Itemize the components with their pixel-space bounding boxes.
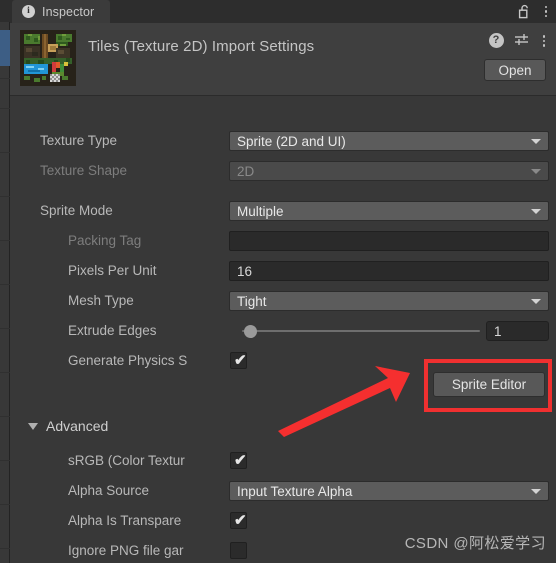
adjacent-panel-divider (0, 548, 10, 549)
label-alpha-is-transparency: Alpha Is Transpare (68, 513, 182, 528)
extrude-edges-value: 1 (494, 323, 502, 339)
sprite-mode-value: Multiple (237, 203, 284, 219)
row-alpha-source: Alpha Source Input Texture Alpha (10, 479, 556, 505)
srgb-color-texture-checkbox[interactable]: ✔ (230, 452, 247, 469)
alpha-source-value: Input Texture Alpha (237, 483, 353, 499)
row-texture-type: Texture Type Sprite (2D and UI) (10, 129, 556, 155)
label-pixels-per-unit: Pixels Per Unit (68, 263, 157, 278)
sprite-mode-dropdown[interactable]: Multiple (229, 201, 549, 221)
info-icon: i (22, 5, 35, 18)
adjacent-panel-divider (0, 504, 10, 505)
texture-preview-thumbnail (20, 30, 76, 86)
check-icon: ✔ (234, 352, 247, 369)
extrude-edges-slider[interactable] (234, 321, 482, 341)
adjacent-panel-divider (0, 108, 10, 109)
adjacent-panel-divider (0, 284, 10, 285)
packing-tag-input[interactable] (229, 231, 549, 251)
adjacent-panel-divider (0, 196, 10, 197)
chevron-down-icon (531, 209, 541, 214)
advanced-foldout[interactable]: Advanced (28, 418, 108, 434)
import-settings-properties: Texture Type Sprite (2D and UI) Texture … (10, 97, 556, 563)
label-texture-shape: Texture Shape (40, 163, 128, 178)
chevron-down-icon (531, 169, 541, 174)
adjacent-panel-selected-row[interactable] (0, 30, 10, 66)
tab-inspector-label: Inspector (42, 4, 95, 19)
label-srgb-color-texture: sRGB (Color Textur (68, 453, 185, 468)
kebab-menu-icon[interactable] (540, 33, 549, 49)
adjacent-panel-divider (0, 372, 10, 373)
label-alpha-source: Alpha Source (68, 483, 150, 498)
adjacent-panel-divider (0, 460, 10, 461)
label-ignore-png-gamma: Ignore PNG file gar (68, 543, 184, 558)
tab-inspector[interactable]: i Inspector (12, 0, 111, 23)
unlocked-padlock-icon[interactable] (518, 4, 531, 19)
slider-handle[interactable] (244, 325, 257, 338)
unity-inspector-window: i Inspector Tiles (Texture 2D) Import Se… (0, 0, 556, 563)
preset-sliders-icon[interactable] (514, 33, 530, 48)
help-icon[interactable]: ? (488, 33, 504, 49)
kebab-menu-icon[interactable] (542, 4, 551, 20)
label-texture-type: Texture Type (40, 133, 118, 148)
adjacent-panel-divider (0, 416, 10, 417)
row-mesh-type: Mesh Type Tight (10, 289, 556, 315)
watermark: CSDN @阿松爱学习 (404, 535, 546, 552)
check-icon: ✔ (234, 452, 247, 469)
extrude-edges-value-input[interactable]: 1 (486, 321, 549, 341)
adjacent-panel-divider (0, 240, 10, 241)
row-advanced-foldout: Advanced (10, 415, 556, 441)
tabbar-actions (518, 0, 551, 23)
alpha-source-dropdown[interactable]: Input Texture Alpha (229, 481, 549, 501)
row-srgb-color-texture: sRGB (Color Textur ✔ (10, 449, 556, 475)
object-title: Tiles (Texture 2D) Import Settings (88, 38, 315, 55)
ignore-png-gamma-checkbox[interactable] (230, 542, 247, 559)
texture-shape-value: 2D (237, 163, 255, 179)
label-extrude-edges: Extrude Edges (68, 323, 157, 338)
chevron-down-icon (531, 299, 541, 304)
texture-type-dropdown[interactable]: Sprite (2D and UI) (229, 131, 549, 151)
object-header: Tiles (Texture 2D) Import Settings ? Ope… (10, 23, 556, 96)
label-mesh-type: Mesh Type (68, 293, 134, 308)
chevron-down-icon (531, 489, 541, 494)
row-packing-tag: Packing Tag (10, 229, 556, 255)
adjacent-panel-strip (0, 0, 10, 563)
label-packing-tag: Packing Tag (68, 233, 142, 248)
object-header-actions: ? (488, 33, 549, 49)
sprite-editor-button[interactable]: Sprite Editor (433, 372, 545, 397)
check-icon: ✔ (234, 512, 247, 529)
row-extrude-edges: Extrude Edges 1 (10, 319, 556, 345)
label-generate-physics-shape: Generate Physics S (68, 353, 188, 368)
row-texture-shape: Texture Shape 2D (10, 159, 556, 185)
mesh-type-dropdown[interactable]: Tight (229, 291, 549, 311)
texture-type-value: Sprite (2D and UI) (237, 133, 346, 149)
row-sprite-mode: Sprite Mode Multiple (10, 199, 556, 225)
texture-shape-dropdown: 2D (229, 161, 549, 181)
inspector-tabbar: i Inspector (10, 0, 556, 23)
row-pixels-per-unit: Pixels Per Unit 16 (10, 259, 556, 285)
mesh-type-value: Tight (237, 293, 267, 309)
triangle-down-icon (28, 422, 38, 430)
open-button[interactable]: Open (484, 59, 546, 81)
pixels-per-unit-input[interactable]: 16 (229, 261, 549, 281)
chevron-down-icon (531, 139, 541, 144)
alpha-is-transparency-checkbox[interactable]: ✔ (230, 512, 247, 529)
adjacent-panel-divider (0, 152, 10, 153)
advanced-label: Advanced (46, 418, 109, 434)
slider-track (242, 330, 480, 332)
adjacent-panel-tabbar (0, 0, 10, 22)
label-sprite-mode: Sprite Mode (40, 203, 113, 218)
pixels-per-unit-value: 16 (237, 263, 253, 279)
generate-physics-shape-checkbox[interactable]: ✔ (230, 352, 247, 369)
adjacent-panel-divider (0, 78, 10, 79)
adjacent-panel-divider (0, 328, 10, 329)
